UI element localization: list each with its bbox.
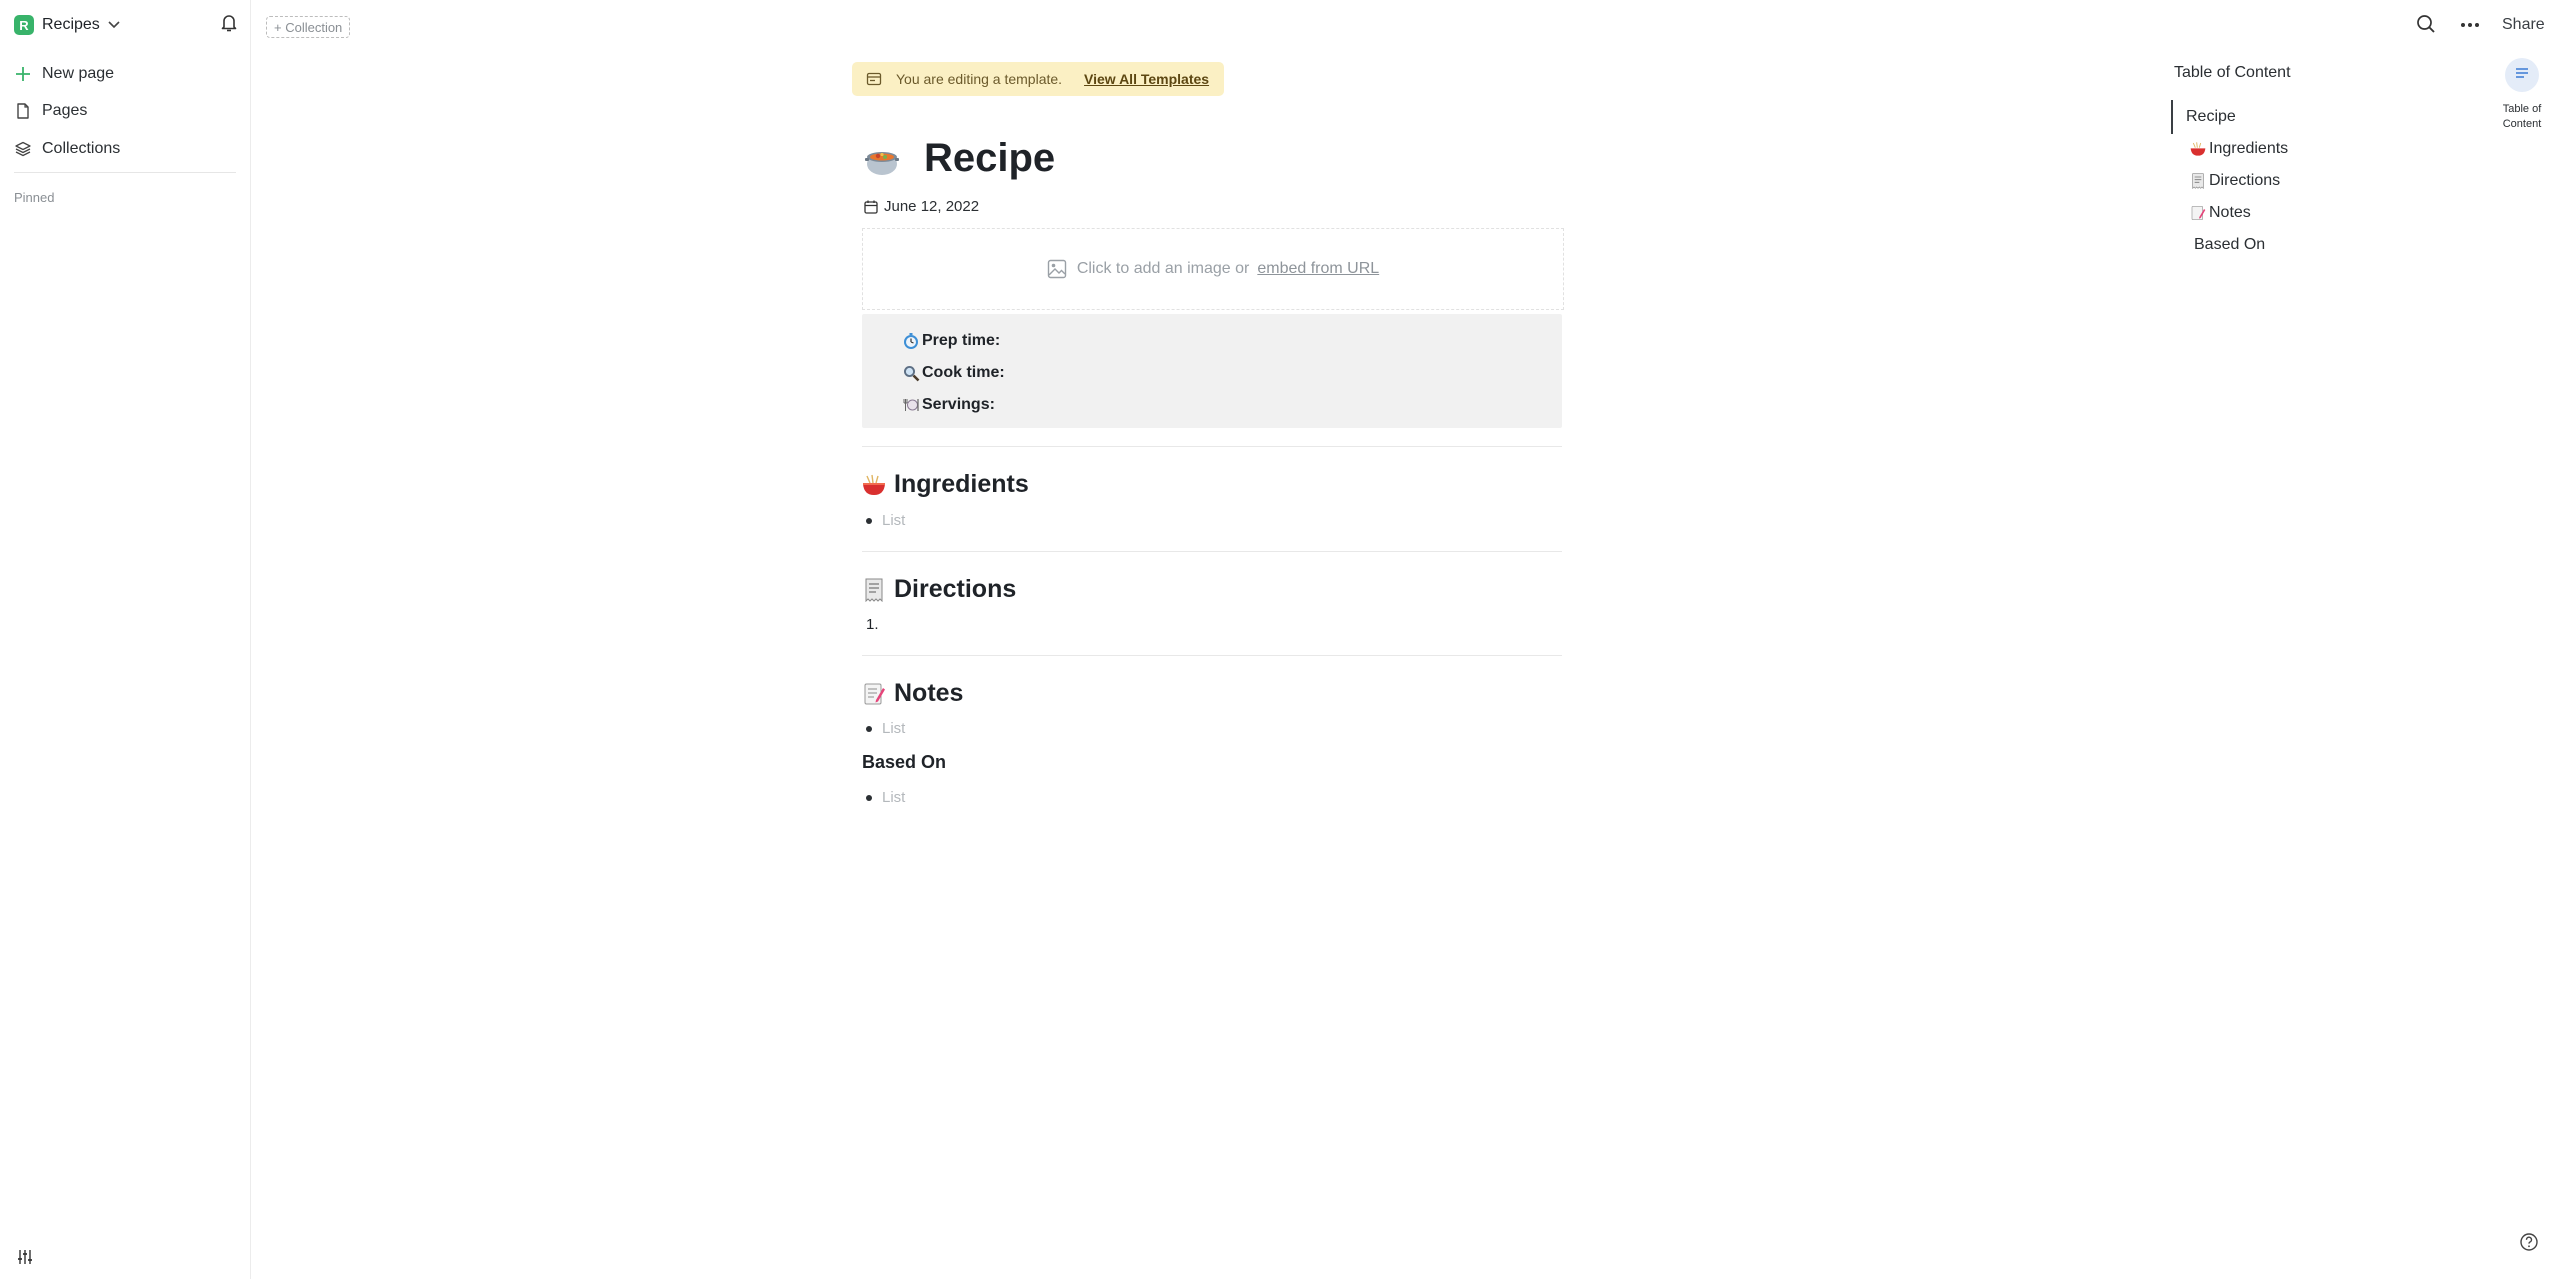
template-banner: You are editing a template. View All Tem… xyxy=(852,62,1224,96)
more-options-icon[interactable] xyxy=(2460,22,2480,28)
servings-label: Servings: xyxy=(922,396,995,413)
timer-icon xyxy=(902,332,920,350)
settings-sliders-icon[interactable] xyxy=(16,1248,34,1266)
magnifier-icon xyxy=(902,364,920,382)
toc-item-directions[interactable]: Directions xyxy=(2190,172,2280,190)
toc-toggle-label-line1: Table of xyxy=(2502,103,2542,115)
prep-time-line[interactable]: Prep time: xyxy=(902,332,1000,350)
list-icon xyxy=(2515,66,2529,84)
cook-time-line[interactable]: Cook time: xyxy=(902,364,1005,382)
cooking-pot-icon[interactable] xyxy=(862,139,902,179)
memo-icon xyxy=(862,682,886,706)
memo-icon xyxy=(2190,205,2206,221)
list-placeholder: List xyxy=(882,720,906,737)
page-title[interactable]: Recipe xyxy=(924,136,1055,181)
receipt-icon xyxy=(862,578,886,602)
bowl-icon xyxy=(862,473,886,497)
directions-heading[interactable]: Directions xyxy=(862,575,1016,604)
bell-icon[interactable] xyxy=(220,13,238,33)
sidebar: R Recipes New page Pages Collections Pin… xyxy=(0,0,251,1279)
add-collection-button[interactable]: + Collection xyxy=(266,16,351,38)
image-icon xyxy=(1047,259,1067,279)
ingredients-heading-text: Ingredients xyxy=(894,470,1029,498)
cook-time-label: Cook time: xyxy=(922,364,1005,381)
list-item[interactable]: List xyxy=(866,512,905,529)
toc-item-label: Ingredients xyxy=(2209,140,2289,157)
toc-toggle-label: Table of Content xyxy=(2494,102,2550,132)
template-icon xyxy=(866,71,882,87)
banner-text: You are editing a template. xyxy=(896,71,1063,87)
calendar-icon xyxy=(864,200,878,214)
toc-item-label: Based On xyxy=(2194,236,2266,253)
receipt-icon xyxy=(2190,173,2206,190)
title-row: Recipe xyxy=(862,136,1055,181)
numbered-list-item[interactable]: 1. xyxy=(866,616,879,633)
bowl-icon xyxy=(2190,141,2206,157)
layers-icon xyxy=(14,140,32,158)
toc-item-ingredients[interactable]: Ingredients xyxy=(2190,140,2288,158)
toc-item-label: Recipe xyxy=(2186,108,2236,125)
divider xyxy=(862,551,1562,552)
toc-title: Table of Content xyxy=(2174,64,2291,81)
share-button[interactable]: Share xyxy=(2502,16,2545,34)
divider xyxy=(862,655,1562,656)
servings-line[interactable]: Servings: xyxy=(902,396,995,414)
list-placeholder: List xyxy=(882,512,906,529)
toc-item-recipe[interactable]: Recipe xyxy=(2186,108,2236,126)
notes-heading-text: Notes xyxy=(894,679,964,707)
view-all-templates-link[interactable]: View All Templates xyxy=(1084,71,1209,87)
toc-toggle-button[interactable] xyxy=(2505,58,2539,92)
bullet-dot xyxy=(866,517,872,524)
page-icon xyxy=(14,102,32,120)
directions-heading-text: Directions xyxy=(894,575,1017,603)
toc-item-label: Directions xyxy=(2209,172,2281,189)
sidebar-item-label: New page xyxy=(42,65,115,82)
sidebar-item-pages[interactable]: Pages xyxy=(14,96,236,126)
list-item[interactable]: List xyxy=(866,789,905,806)
bullet-dot xyxy=(866,794,872,801)
toc-item-label: Notes xyxy=(2209,204,2251,221)
sidebar-item-label: Collections xyxy=(42,140,121,157)
sidebar-divider xyxy=(14,172,236,173)
toc-toggle-label-line2: Content xyxy=(2502,118,2542,130)
toc-item-based-on[interactable]: Based On xyxy=(2194,236,2265,254)
toc-item-notes[interactable]: Notes xyxy=(2190,204,2251,222)
add-image-area[interactable]: Click to add an image or embed from URL xyxy=(862,228,1564,310)
ingredients-heading[interactable]: Ingredients xyxy=(862,470,1029,499)
plate-icon xyxy=(902,396,920,414)
workspace-switcher[interactable]: R Recipes xyxy=(14,14,120,36)
sidebar-item-label: Pages xyxy=(42,102,88,119)
workspace-badge: R xyxy=(14,15,34,35)
help-icon[interactable] xyxy=(2519,1232,2539,1252)
add-image-prompt: Click to add an image or xyxy=(1076,260,1250,277)
prep-time-label: Prep time: xyxy=(922,332,1001,349)
search-icon[interactable] xyxy=(2416,14,2436,34)
list-item[interactable]: List xyxy=(866,720,905,737)
divider xyxy=(862,446,1562,447)
date-property[interactable]: June 12, 2022 xyxy=(864,198,979,215)
plus-icon xyxy=(14,65,32,83)
pinned-section-label: Pinned xyxy=(14,190,55,205)
sidebar-item-collections[interactable]: Collections xyxy=(14,134,236,164)
based-on-heading[interactable]: Based On xyxy=(862,752,946,773)
list-placeholder: List xyxy=(882,789,906,806)
sidebar-item-new-page[interactable]: New page xyxy=(14,59,236,89)
page-date: June 12, 2022 xyxy=(884,198,980,215)
toc-active-indicator xyxy=(2171,100,2173,134)
recipe-info-callout: Prep time: Cook time: Servings: xyxy=(862,314,1562,428)
chevron-down-icon xyxy=(108,18,120,32)
notes-heading[interactable]: Notes xyxy=(862,679,963,708)
bullet-dot xyxy=(866,725,872,732)
embed-from-url-link[interactable]: embed from URL xyxy=(1257,260,1379,278)
workspace-name: Recipes xyxy=(42,16,100,33)
